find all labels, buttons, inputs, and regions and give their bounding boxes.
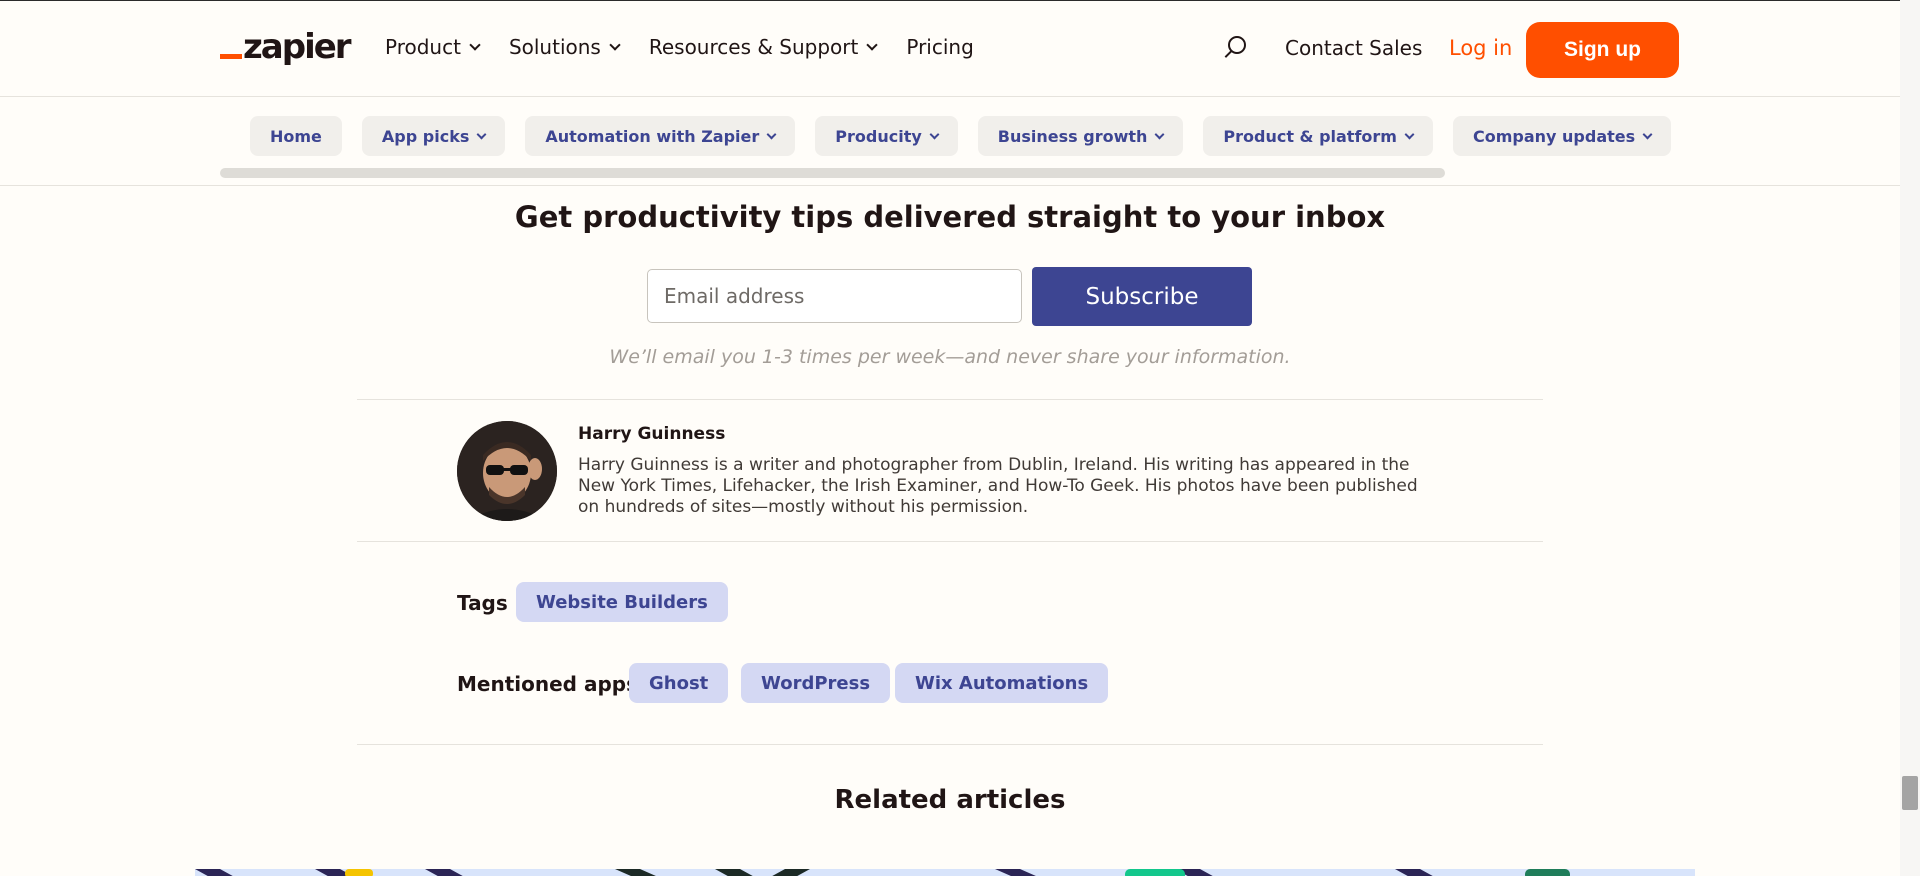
author-bio: Harry Guinness is a writer and photograp… <box>578 455 1418 517</box>
category-scrollbar[interactable] <box>220 168 1445 178</box>
author-avatar <box>457 421 557 521</box>
tags-label: Tags <box>457 591 508 615</box>
nav-pricing[interactable]: Pricing <box>906 35 973 59</box>
divider <box>357 399 1543 400</box>
blog-category-bar: Home App picks Automation with Zapier Pr… <box>0 98 1900 186</box>
chevron-down-icon <box>866 38 879 51</box>
nav-resources-support[interactable]: Resources & Support <box>648 35 879 59</box>
category-label: Product & platform <box>1223 126 1397 146</box>
logo-text: zapier <box>243 27 352 67</box>
zapier-logo[interactable]: zapier <box>220 27 352 67</box>
related-article-thumbnails <box>195 865 1695 876</box>
category-label: Company updates <box>1472 126 1636 146</box>
author-photo <box>457 421 557 521</box>
chevron-down-icon <box>1642 129 1653 139</box>
search-icon-handle <box>1224 50 1233 58</box>
chevron-down-icon <box>929 129 940 139</box>
nav-label: Product <box>385 35 461 59</box>
chevron-down-icon <box>1154 129 1165 139</box>
site-header: zapier Product Solutions Resources & Sup… <box>0 1 1900 97</box>
newsletter-title: Get productivity tips delivered straight… <box>514 200 1386 234</box>
app-wordpress[interactable]: WordPress <box>741 663 891 703</box>
page-scrollbar-track[interactable] <box>1900 0 1920 876</box>
chevron-down-icon <box>609 38 621 51</box>
nav-product[interactable]: Product <box>385 35 481 59</box>
chevron-down-icon <box>469 38 481 51</box>
nav-label: Resources & Support <box>648 35 859 59</box>
signup-button[interactable]: Sign up <box>1526 22 1679 78</box>
category-company-updates[interactable]: Company updates <box>1452 116 1672 156</box>
mentioned-apps-label: Mentioned apps <box>457 672 638 696</box>
email-input[interactable] <box>647 269 1022 323</box>
divider <box>357 541 1543 542</box>
subscribe-button[interactable]: Subscribe <box>1032 267 1252 326</box>
chevron-down-icon <box>766 129 777 139</box>
author-name: Harry Guinness <box>578 424 726 444</box>
category-label: Business growth <box>997 126 1148 146</box>
chevron-down-icon <box>476 129 487 139</box>
category-product-platform[interactable]: Product & platform <box>1203 116 1433 156</box>
search-icon[interactable] <box>1222 35 1248 61</box>
category-automation[interactable]: Automation with Zapier <box>525 116 796 156</box>
main-nav: Product Solutions Resources & Support Pr… <box>385 35 1004 59</box>
contact-sales-link[interactable]: Contact Sales <box>1285 36 1422 60</box>
category-scroller[interactable]: Home App picks Automation with Zapier Pr… <box>220 116 1680 158</box>
category-home[interactable]: Home <box>250 116 342 156</box>
divider <box>357 744 1543 745</box>
nav-label: Pricing <box>906 35 974 59</box>
category-app-picks[interactable]: App picks <box>361 116 506 156</box>
login-link[interactable]: Log in <box>1449 36 1512 60</box>
logo-underscore-mark <box>220 54 242 59</box>
category-label: Producity <box>835 126 922 146</box>
category-track: Home App picks Automation with Zapier Pr… <box>220 116 1680 156</box>
category-producity[interactable]: Producity <box>815 116 958 156</box>
app-wix-automations[interactable]: Wix Automations <box>895 663 1109 703</box>
category-label: Home <box>270 126 322 146</box>
nav-solutions[interactable]: Solutions <box>508 35 621 59</box>
chevron-down-icon <box>1404 129 1415 139</box>
nav-label: Solutions <box>508 35 601 59</box>
tag-website-builders[interactable]: Website Builders <box>516 582 728 622</box>
related-articles-title: Related articles <box>834 785 1066 815</box>
app-ghost[interactable]: Ghost <box>629 663 729 703</box>
page-scrollbar-thumb[interactable] <box>1902 776 1918 810</box>
thumbnail-strip <box>195 869 1695 876</box>
category-business-growth[interactable]: Business growth <box>977 116 1184 156</box>
newsletter-note: We’ll email you 1-3 times per week—and n… <box>609 346 1291 368</box>
category-label: Automation with Zapier <box>545 126 760 146</box>
category-label: App picks <box>381 126 470 146</box>
